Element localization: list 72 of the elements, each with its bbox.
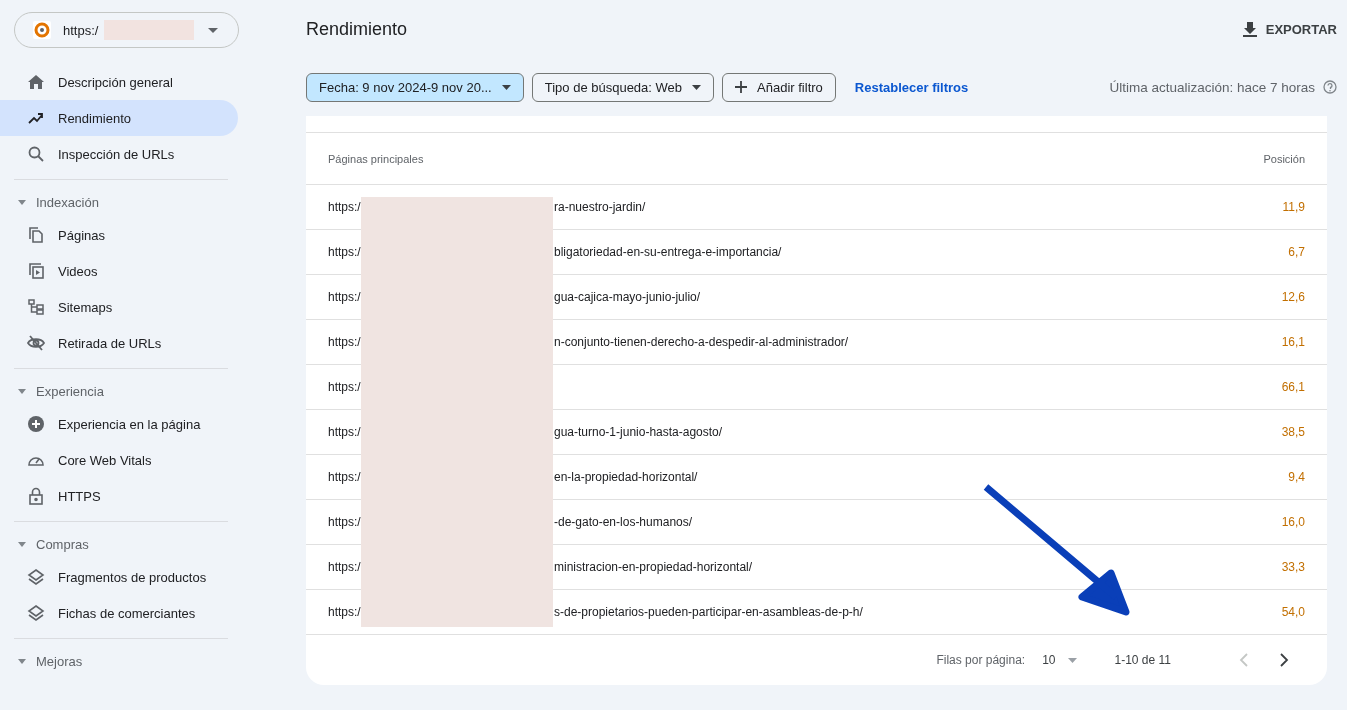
next-page-icon[interactable] bbox=[1279, 653, 1289, 667]
table-cell: 54,0 bbox=[1281, 605, 1305, 619]
help-icon[interactable] bbox=[1323, 80, 1337, 94]
caret-icon bbox=[208, 27, 218, 33]
section-header[interactable]: Compras bbox=[0, 529, 255, 559]
property-url: https:/ bbox=[63, 22, 99, 38]
filter-chip[interactable]: Añadir filtro bbox=[722, 72, 836, 102]
nav-item[interactable]: Inspección de URLs bbox=[0, 136, 238, 172]
table-cell-text: https:/ ra-nuestro-jardin/ bbox=[328, 200, 647, 214]
nav-item[interactable]: Experiencia en la página bbox=[0, 406, 238, 442]
table-cell-text: https:/ ministracion-en-propiedad-horizontal/ bbox=[328, 560, 754, 574]
filter-chip[interactable]: Tipo de búsqueda: Web bbox=[531, 72, 715, 102]
nav-item[interactable]: HTTPS bbox=[0, 478, 238, 514]
column-header[interactable]: Posición bbox=[1263, 152, 1305, 165]
logo-icon bbox=[33, 21, 51, 39]
table-cell: 6,7 bbox=[1288, 245, 1305, 259]
table-cell-text: https:/ n-conjunto-tienen-derecho-a-despedir-al-administrador/ bbox=[328, 335, 850, 349]
table-cell: 66,1 bbox=[1281, 380, 1305, 394]
reset-filters-link[interactable]: Restablecer filtros bbox=[854, 79, 969, 95]
layers-icon bbox=[27, 568, 45, 586]
table-cell: 12,6 bbox=[1281, 290, 1305, 304]
table-cell-text: https:/ gua-cajica-mayo-junio-julio/ bbox=[328, 290, 702, 304]
page-range: 1-10 de 11 bbox=[1114, 653, 1171, 667]
table-cell-text: https:/ -de-gato-en-los-humanos/ bbox=[328, 515, 694, 529]
table-cell-text: https:/ gua-turno-1-junio-hasta-agosto/ bbox=[328, 425, 724, 439]
table-cell: 11,9 bbox=[1282, 200, 1305, 214]
table-cell-text: https:/ bbox=[328, 380, 362, 394]
nav-item[interactable]: Sitemaps bbox=[0, 289, 238, 325]
sitemap-icon bbox=[27, 298, 45, 316]
page-title: Rendimiento bbox=[306, 18, 408, 40]
caret-icon bbox=[1067, 657, 1077, 663]
export-button[interactable]: EXPORTAR bbox=[1241, 21, 1337, 37]
section-header[interactable]: Mejoras bbox=[0, 646, 255, 676]
table-cell: 16,1 bbox=[1281, 335, 1305, 349]
plus-circle-icon bbox=[27, 415, 45, 433]
column-header[interactable]: Páginas principales bbox=[328, 152, 1264, 165]
nav-item[interactable]: Fichas de comerciantes bbox=[0, 595, 238, 631]
caret-icon bbox=[18, 658, 26, 664]
section-header[interactable]: Experiencia bbox=[0, 376, 255, 406]
layers-icon bbox=[27, 604, 45, 622]
nav-item[interactable]: Descripción general bbox=[0, 64, 238, 100]
nav-item[interactable]: Rendimiento bbox=[0, 100, 238, 136]
nav-item[interactable]: Retirada de URLs bbox=[0, 325, 238, 361]
search-icon bbox=[27, 145, 45, 163]
nav-item[interactable]: Core Web Vitals bbox=[0, 442, 238, 478]
table-cell: 33,3 bbox=[1281, 560, 1305, 574]
table-cell: 38,5 bbox=[1281, 425, 1305, 439]
nav-item[interactable]: Videos bbox=[0, 253, 238, 289]
add-icon bbox=[735, 81, 748, 93]
lock-icon bbox=[27, 487, 45, 505]
nav-item[interactable]: Páginas bbox=[0, 217, 238, 253]
last-update-text: Última actualización: hace 7 horas bbox=[1109, 79, 1315, 95]
table-cell-text: https:/ bligatoriedad-en-su-entrega-e-importancia/ bbox=[328, 245, 783, 259]
table-cell-text: https:/ en-la-propiedad-horizontal/ bbox=[328, 470, 699, 484]
table-cell: 9,4 bbox=[1288, 470, 1305, 484]
video-icon bbox=[27, 262, 45, 280]
download-icon bbox=[1241, 21, 1258, 37]
home-icon bbox=[27, 73, 45, 91]
pages-icon bbox=[27, 226, 45, 244]
caret-icon bbox=[692, 84, 702, 90]
eye-off-icon bbox=[27, 334, 45, 352]
table-cell-text: https:/ s-de-propietarios-pueden-participar-en-asambleas-de-p-h/ bbox=[328, 605, 864, 619]
caret-icon bbox=[18, 388, 26, 394]
rows-per-page-label: Filas por página: bbox=[936, 653, 1026, 667]
nav-item[interactable]: Fragmentos de productos bbox=[0, 559, 238, 595]
rows-per-page-select[interactable]: 10 bbox=[1042, 653, 1077, 667]
caret-icon bbox=[501, 84, 511, 90]
caret-icon bbox=[18, 541, 26, 547]
table-cell: 16,0 bbox=[1281, 515, 1305, 529]
filter-chip[interactable]: Fecha: 9 nov 2024-9 nov 20... bbox=[306, 72, 524, 102]
caret-icon bbox=[18, 199, 26, 205]
section-header[interactable]: Indexación bbox=[0, 187, 255, 217]
